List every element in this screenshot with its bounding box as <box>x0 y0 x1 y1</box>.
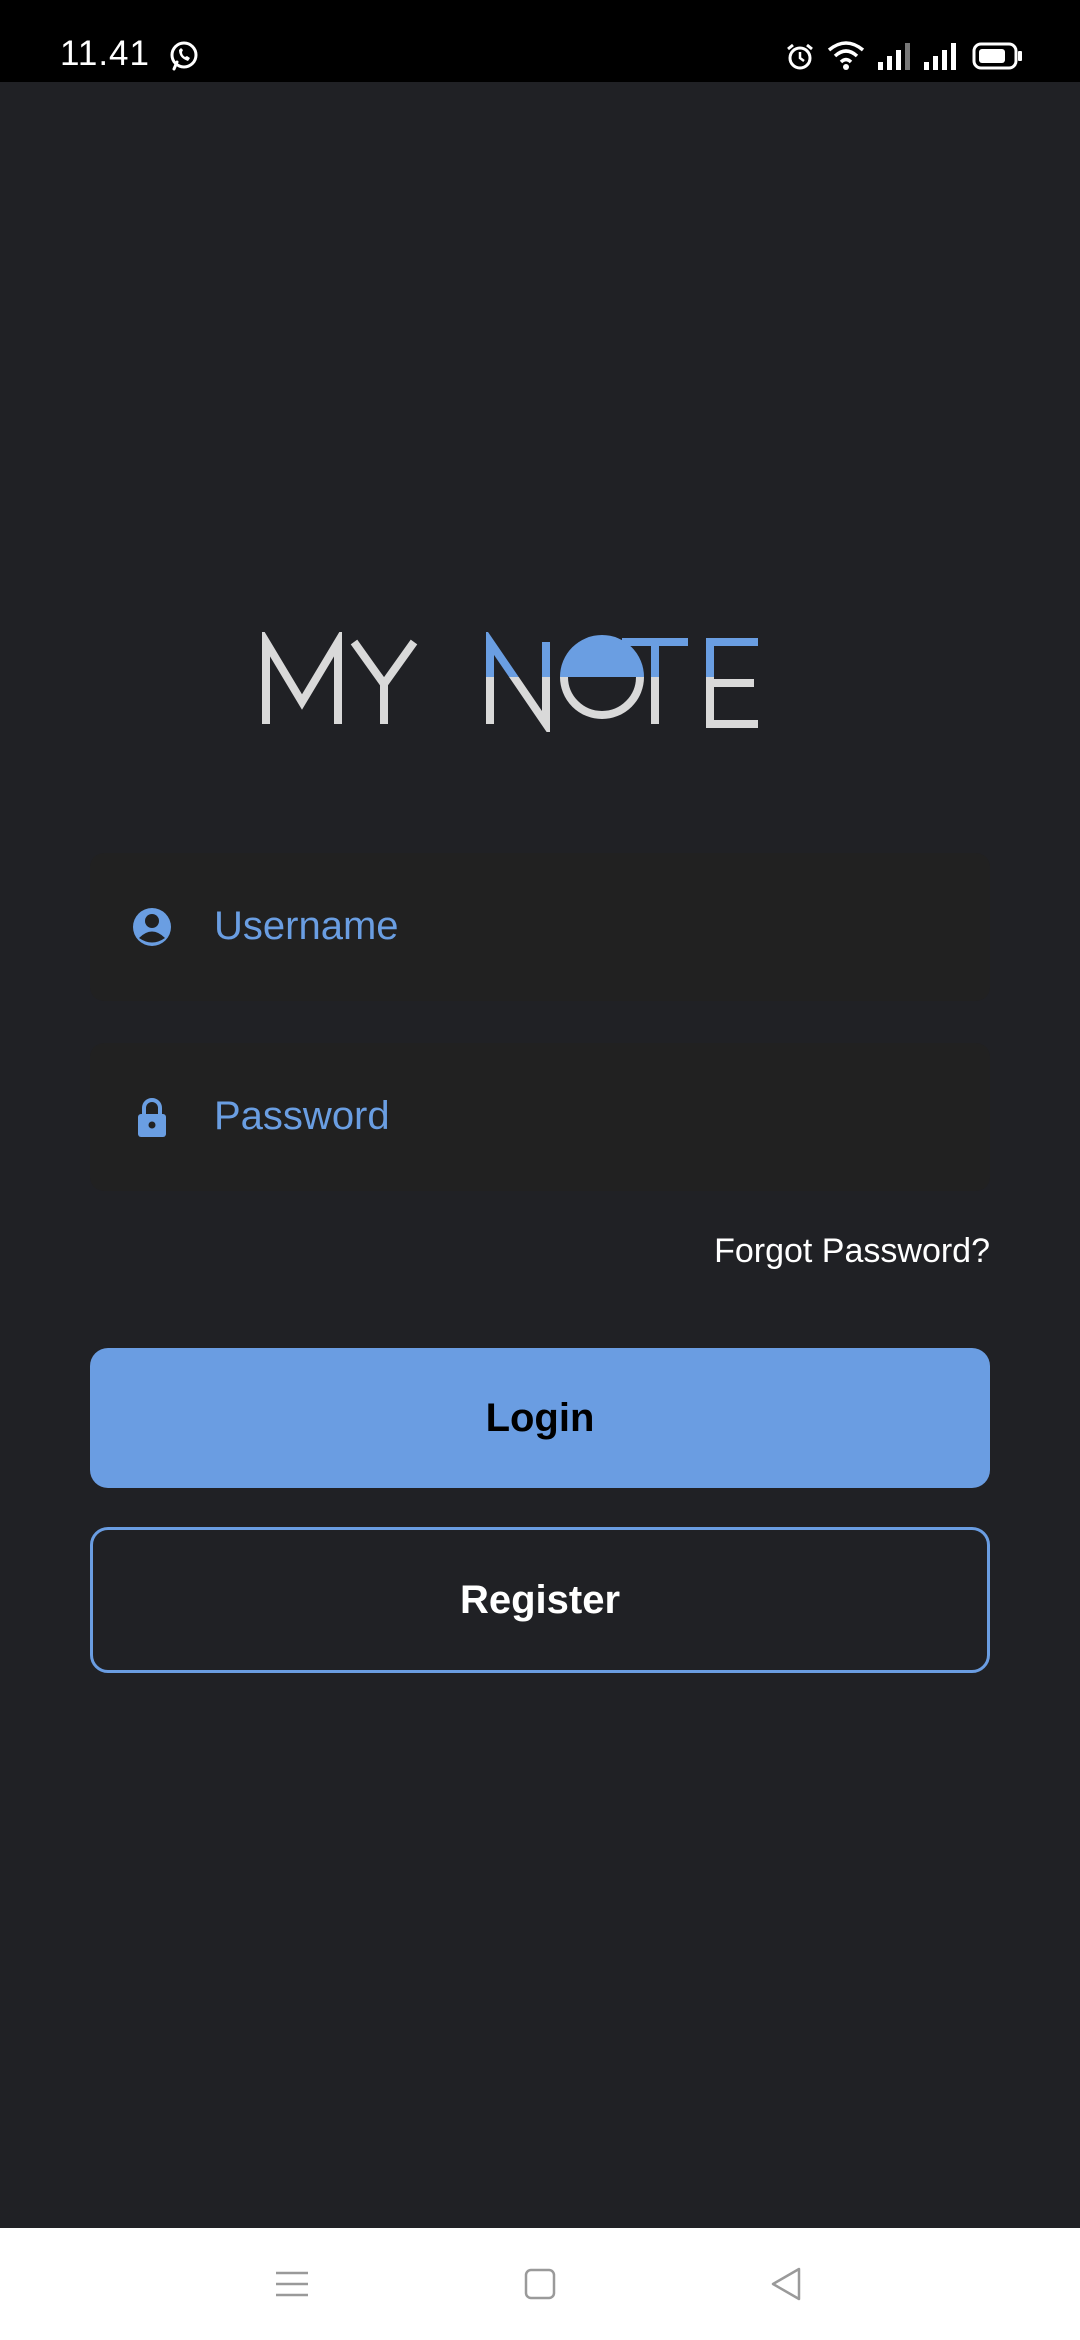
battery-icon <box>972 42 1022 70</box>
navigation-bar <box>0 2228 1080 2340</box>
nav-menu-button[interactable] <box>212 2228 372 2340</box>
username-field[interactable] <box>90 853 990 1001</box>
menu-icon <box>276 2271 308 2297</box>
login-button-label: Login <box>485 1395 595 1440</box>
signal-icon <box>878 43 910 70</box>
status-time: 11.41 <box>60 34 150 73</box>
login-screen: 11.41 Username Forgot Password? Login Re… <box>0 0 1080 2340</box>
wifi-icon <box>827 41 865 70</box>
password-field[interactable] <box>90 1043 990 1191</box>
forgot-password-link[interactable]: Forgot Password? <box>714 1232 990 1271</box>
lock-icon <box>138 1098 166 1137</box>
register-button-label: Register <box>459 1577 621 1622</box>
nav-back-button[interactable] <box>706 2228 866 2340</box>
alarm-icon <box>787 43 813 70</box>
register-button[interactable]: Register <box>90 1527 990 1673</box>
whatsapp-icon <box>170 41 198 71</box>
signal-icon <box>924 43 956 70</box>
account-circle-icon <box>133 908 171 946</box>
home-icon <box>524 2268 556 2300</box>
my-note-logo <box>262 632 758 732</box>
username-input[interactable] <box>212 903 956 950</box>
back-icon <box>771 2267 801 2301</box>
password-input[interactable] <box>212 1093 956 1140</box>
login-button[interactable]: Login <box>90 1348 990 1488</box>
nav-home-button[interactable] <box>460 2228 620 2340</box>
status-bar: 11.41 <box>0 0 1080 82</box>
